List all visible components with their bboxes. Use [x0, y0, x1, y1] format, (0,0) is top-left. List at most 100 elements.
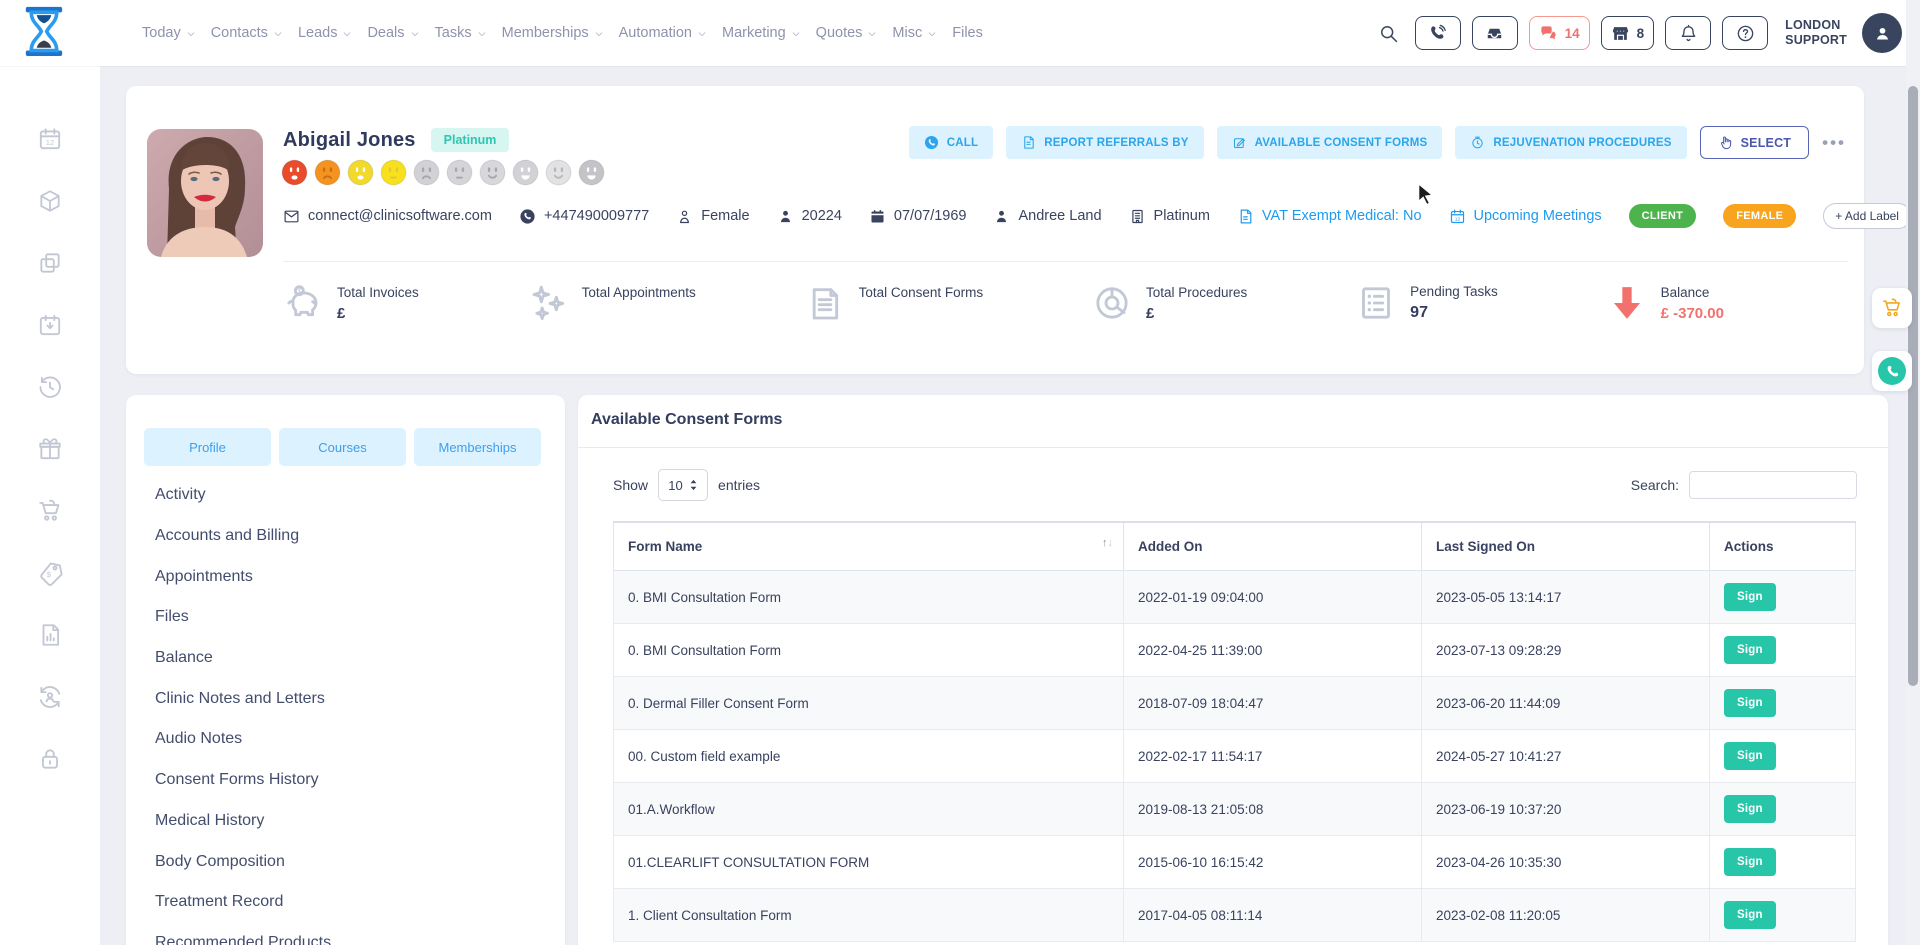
select-button[interactable]: SELECT [1700, 126, 1810, 159]
mood-10-grin-icon[interactable] [578, 159, 605, 186]
menu-item-consent-forms-history[interactable]: Consent Forms History [155, 760, 555, 801]
siderail-calendar-12-icon[interactable]: 12 [36, 126, 64, 152]
contact-vat-exempt-medical-no[interactable]: VAT Exempt Medical: No [1237, 208, 1422, 225]
menu-item-balance[interactable]: Balance [155, 638, 555, 679]
column-header-added-on[interactable]: Added On [1124, 522, 1422, 571]
help-button[interactable] [1722, 16, 1768, 50]
menu-item-medical-history[interactable]: Medical History [155, 801, 555, 842]
menu-item-treatment-record[interactable]: Treatment Record [155, 882, 555, 923]
tab-courses[interactable]: Courses [279, 428, 406, 466]
contact-upcoming-meetings[interactable]: 12Upcoming Meetings [1449, 208, 1602, 225]
sign-button[interactable]: Sign [1724, 742, 1776, 770]
siderail-lock-icon[interactable] [36, 746, 64, 772]
clinic-logo-hourglass-icon[interactable] [24, 6, 64, 60]
nav-item-label: Contacts [211, 25, 268, 41]
cart-icon [37, 498, 63, 524]
siderail-calendar-import-icon[interactable] [36, 312, 64, 338]
cell-last-signed-on: 2023-07-13 09:28:29 [1422, 624, 1710, 677]
mood-1-very-sad-icon[interactable] [281, 159, 308, 186]
nav-item-label: Quotes [816, 25, 863, 41]
rejuvenation-procedures-button[interactable]: REJUVENATION PROCEDURES [1455, 126, 1686, 159]
siderail-history-icon[interactable] [36, 374, 64, 400]
mood-2-sad-icon[interactable] [314, 159, 341, 186]
call-button[interactable]: CALL [909, 126, 993, 159]
menu-item-files[interactable]: Files [155, 597, 555, 638]
notifications-button[interactable] [1665, 16, 1711, 50]
bell-icon [1679, 24, 1698, 43]
floating-call-button[interactable] [1872, 351, 1912, 391]
column-header-last-signed-on[interactable]: Last Signed On [1422, 522, 1710, 571]
support-location-label: LONDON SUPPORT [1785, 18, 1847, 48]
nav-item-deals[interactable]: Deals [367, 25, 419, 41]
tab-profile[interactable]: Profile [144, 428, 271, 466]
client-profile-card: Abigail Jones Platinum connect@clinicsof… [126, 86, 1864, 374]
mood-5-frown-icon[interactable] [413, 159, 440, 186]
siderail-person-sync-icon[interactable] [36, 684, 64, 710]
mood-8-grin-icon[interactable] [512, 159, 539, 186]
available-consent-forms-button[interactable]: AVAILABLE CONSENT FORMS [1217, 126, 1443, 159]
panel-divider [578, 447, 1888, 448]
nav-item-files[interactable]: Files [952, 25, 983, 41]
sign-button[interactable]: Sign [1724, 848, 1776, 876]
menu-item-recommended-products[interactable]: Recommended Products [155, 923, 555, 945]
menu-item-appointments[interactable]: Appointments [155, 556, 555, 597]
search-icon[interactable] [1378, 23, 1399, 44]
menu-item-accounts-and-billing[interactable]: Accounts and Billing [155, 516, 555, 557]
inbox-button[interactable] [1472, 16, 1518, 50]
menu-item-activity[interactable]: Activity [155, 475, 555, 516]
siderail-cube-icon[interactable] [36, 188, 64, 214]
tab-memberships[interactable]: Memberships [414, 428, 541, 466]
phone-call-button[interactable] [1415, 16, 1461, 50]
sign-button[interactable]: Sign [1724, 583, 1776, 611]
nav-item-memberships[interactable]: Memberships [502, 25, 604, 41]
mood-6-flat-icon[interactable] [446, 159, 473, 186]
table-row: 01.A.Workflow 2019-08-13 21:05:08 2023-0… [614, 783, 1856, 836]
nav-item-quotes[interactable]: Quotes [816, 25, 878, 41]
nav-item-tasks[interactable]: Tasks [435, 25, 487, 41]
cell-added-on: 2019-08-13 21:05:08 [1124, 783, 1422, 836]
nav-item-today[interactable]: Today [142, 25, 196, 41]
column-header-form-name[interactable]: Form Name↑↓ [614, 522, 1124, 571]
sign-button[interactable]: Sign [1724, 795, 1776, 823]
nav-item-label: Tasks [435, 25, 472, 41]
search-input[interactable] [1689, 471, 1857, 499]
mood-7-smile-icon[interactable] [479, 159, 506, 186]
sign-button[interactable]: Sign [1724, 689, 1776, 717]
store-button[interactable]: 8 [1601, 16, 1655, 50]
nav-item-marketing[interactable]: Marketing [722, 25, 801, 41]
nav-item-automation[interactable]: Automation [619, 25, 707, 41]
menu-item-audio-notes[interactable]: Audio Notes [155, 719, 555, 760]
mood-3-unhappy-icon[interactable] [347, 159, 374, 186]
menu-item-clinic-notes-and-letters[interactable]: Clinic Notes and Letters [155, 678, 555, 719]
menu-item-body-composition[interactable]: Body Composition [155, 841, 555, 882]
siderail-report-doc-icon[interactable] [36, 622, 64, 648]
column-header-actions[interactable]: Actions [1710, 522, 1856, 571]
mood-4-neutral-icon[interactable] [380, 159, 407, 186]
page-size-select[interactable]: 10 [658, 469, 708, 501]
updown-arrows-icon [689, 479, 698, 491]
chat-messages-button[interactable]: 14 [1529, 16, 1590, 50]
svg-text:12: 12 [1454, 216, 1460, 222]
chevron-down-icon [927, 29, 937, 39]
nav-item-leads[interactable]: Leads [298, 25, 353, 41]
nav-item-contacts[interactable]: Contacts [211, 25, 283, 41]
sign-button[interactable]: Sign [1724, 636, 1776, 664]
add-label-button[interactable]: + Add Label [1823, 203, 1911, 229]
user-avatar[interactable] [1862, 13, 1902, 53]
sign-button[interactable]: Sign [1724, 901, 1776, 929]
store-icon [1611, 24, 1630, 43]
table-row: 0. BMI Consultation Form 2022-01-19 09:0… [614, 571, 1856, 624]
report-referrals-by-button[interactable]: REPORT REFERRALS BY [1006, 126, 1203, 159]
nav-item-misc[interactable]: Misc [892, 25, 937, 41]
siderail-copy-pages-icon[interactable] [36, 250, 64, 276]
siderail-price-tag-icon[interactable]: $ [36, 560, 64, 586]
more-options-button[interactable]: ••• [1822, 133, 1846, 153]
store-count-badge: 8 [1637, 26, 1645, 41]
floating-cart-button[interactable] [1872, 288, 1912, 328]
nav-item-label: Files [952, 25, 983, 41]
siderail-cart-icon[interactable] [36, 498, 64, 524]
cube-icon [37, 188, 63, 214]
cell-form-name: 1. Client Consultation Form [614, 889, 1124, 942]
siderail-gift-icon[interactable] [36, 436, 64, 462]
mood-9-smile-icon[interactable] [545, 159, 572, 186]
